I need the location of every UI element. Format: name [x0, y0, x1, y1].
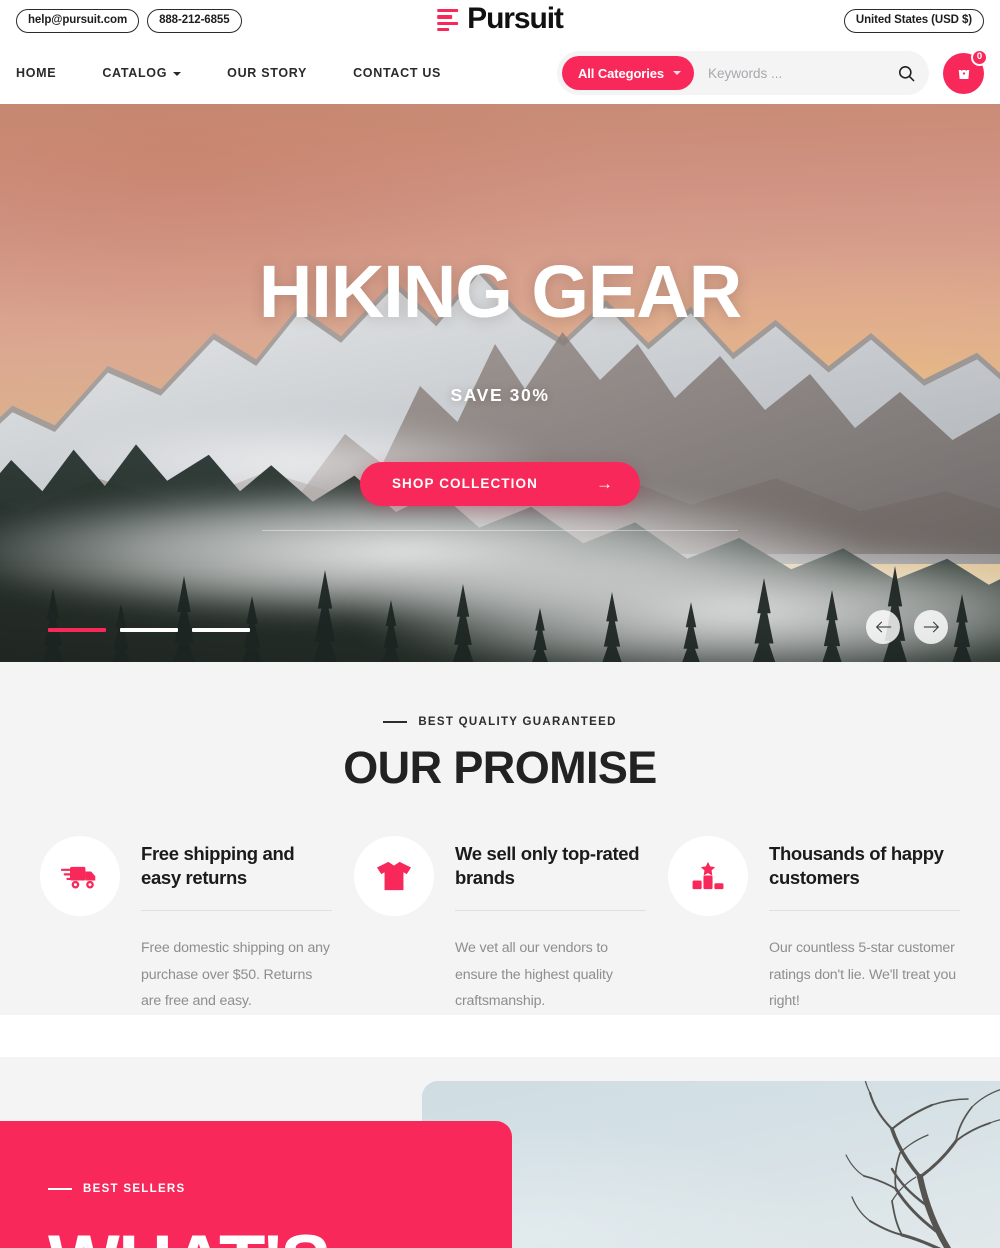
hero-slider: HIKING GEAR SAVE 30% SHOP COLLECTION →	[0, 104, 1000, 662]
best-sellers-eyebrow: BEST SELLERS	[48, 1183, 512, 1195]
tshirt-icon	[377, 861, 411, 891]
page-root: help@pursuit.com 888-212-6855 Pursuit Un…	[0, 0, 1000, 1248]
best-sellers-eyebrow-label: BEST SELLERS	[83, 1182, 186, 1195]
promise-eyebrow-label: BEST QUALITY GUARANTEED	[418, 716, 617, 728]
category-dropdown[interactable]: All Categories	[562, 56, 695, 90]
brand-logo[interactable]: Pursuit	[437, 2, 564, 35]
utility-bar: help@pursuit.com 888-212-6855 Pursuit Un…	[0, 0, 1000, 42]
shopping-bag-icon	[958, 65, 969, 79]
hero-title: HIKING GEAR	[258, 250, 742, 333]
main-navbar: HOME CATALOG OUR STORY CONTACT US All Ca…	[0, 42, 1000, 104]
best-sellers-title: WHAT'S	[48, 1224, 512, 1248]
hero-next-button[interactable]	[914, 610, 948, 644]
promise-divider	[141, 910, 332, 912]
nav-item-label: HOME	[16, 66, 57, 80]
search-submit-button[interactable]	[895, 64, 923, 83]
promise-title: OUR PROMISE	[343, 742, 657, 793]
locale-area: United States (USD $)	[843, 9, 984, 33]
phone-pill[interactable]: 888-212-6855	[147, 9, 242, 33]
best-sellers-section: BEST SELLERS WHAT'S	[0, 1056, 1000, 1248]
promise-eyebrow: BEST QUALITY GUARANTEED	[0, 716, 1000, 728]
nav-item-catalog[interactable]: CATALOG	[102, 60, 182, 86]
promise-icon-wrap	[668, 836, 748, 916]
arrow-right-icon	[923, 621, 939, 633]
hero-slide-indicators	[48, 628, 250, 632]
our-promise-section: BEST QUALITY GUARANTEED OUR PROMISE Free…	[0, 662, 1000, 1015]
hero-nav-arrows	[866, 610, 948, 644]
best-sellers-card: BEST SELLERS WHAT'S	[0, 1120, 512, 1248]
search-icon	[898, 65, 915, 81]
podium-star-icon	[692, 861, 724, 890]
hero-prev-button[interactable]	[866, 610, 900, 644]
shop-collection-button[interactable]: SHOP COLLECTION →	[359, 461, 641, 506]
logo-mark-icon	[437, 7, 459, 32]
nav-item-contact-us[interactable]: CONTACT US	[353, 60, 441, 86]
promise-column: We sell only top-rated brands We vet all…	[354, 836, 646, 1015]
nav-item-label: CATALOG	[102, 66, 168, 80]
hero-content: HIKING GEAR SAVE 30% SHOP COLLECTION →	[0, 104, 1000, 662]
promise-divider	[455, 910, 646, 912]
promise-heading: We sell only top-rated brands	[455, 843, 640, 888]
eyebrow-rule	[48, 1187, 72, 1190]
tree-branches-icon	[845, 1080, 1000, 1248]
promise-column: Free shipping and easy returns Free dome…	[40, 836, 332, 1015]
locale-selector[interactable]: United States (USD $)	[843, 9, 984, 33]
cart-button[interactable]: 0	[943, 48, 988, 94]
promise-text: We vet all our vendors to ensure the hig…	[455, 940, 613, 1010]
delivery-truck-icon	[60, 866, 96, 889]
search-input[interactable]	[694, 65, 896, 81]
hero-slide-indicator-1[interactable]	[48, 628, 106, 632]
promise-body: We sell only top-rated brands We vet all…	[455, 836, 646, 1015]
promise-text: Free domestic shipping on any purchase o…	[141, 940, 330, 1010]
promise-heading: Free shipping and easy returns	[141, 843, 295, 888]
hero-slide-indicator-3[interactable]	[192, 628, 250, 632]
arrow-left-icon	[875, 621, 891, 633]
promise-columns: Free shipping and easy returns Free dome…	[0, 794, 1000, 1015]
arrow-right-icon: →	[595, 473, 615, 493]
chevron-down-icon	[673, 71, 682, 75]
cart-count-badge: 0	[971, 48, 988, 66]
search-area: All Categories 0	[557, 48, 988, 95]
promise-text: Our countless 5-star customer ratings do…	[769, 940, 956, 1010]
contact-pill-group: help@pursuit.com 888-212-6855	[16, 9, 242, 33]
eyebrow-rule	[383, 721, 408, 723]
hero-slide-indicator-2[interactable]	[120, 628, 178, 632]
promise-icon-wrap	[40, 836, 120, 916]
nav-item-home[interactable]: HOME	[16, 60, 56, 86]
primary-nav: HOME CATALOG OUR STORY CONTACT US	[16, 60, 441, 86]
email-pill[interactable]: help@pursuit.com	[16, 9, 140, 33]
chevron-down-icon	[173, 72, 182, 76]
promise-body: Free shipping and easy returns Free dome…	[141, 836, 332, 1015]
brand-name: Pursuit	[467, 2, 564, 35]
nav-item-label: OUR STORY	[227, 66, 308, 80]
promise-body: Thousands of happy customers Our countle…	[769, 836, 960, 1015]
promise-icon-wrap	[354, 836, 434, 916]
shop-collection-label: SHOP COLLECTION	[391, 476, 538, 492]
promise-column: Thousands of happy customers Our countle…	[668, 836, 960, 1015]
promise-divider	[769, 910, 960, 912]
promise-heading: Thousands of happy customers	[769, 843, 944, 888]
search-bar: All Categories	[557, 51, 929, 95]
hero-subtitle: SAVE 30%	[450, 384, 550, 405]
nav-item-our-story[interactable]: OUR STORY	[227, 60, 307, 86]
category-dropdown-label: All Categories	[578, 65, 665, 81]
nav-item-label: CONTACT US	[353, 66, 442, 80]
